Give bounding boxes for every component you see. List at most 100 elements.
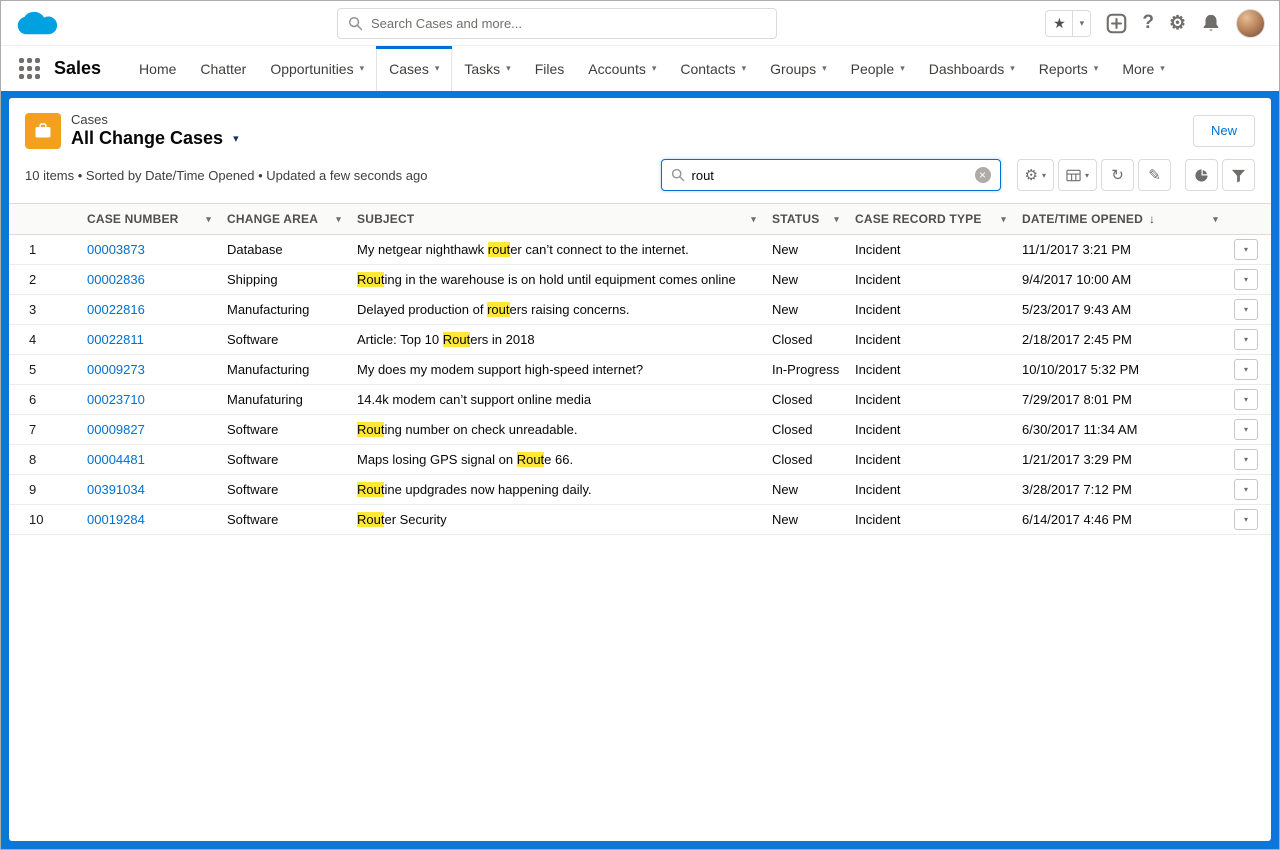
nav-tab-home[interactable]: Home bbox=[127, 46, 188, 91]
row-number: 1 bbox=[9, 235, 79, 265]
nav-tab-tasks[interactable]: Tasks▾ bbox=[452, 46, 522, 91]
case-number-link[interactable]: 00009827 bbox=[87, 422, 145, 437]
app-launcher-button[interactable] bbox=[15, 54, 44, 83]
nav-tab-contacts[interactable]: Contacts▾ bbox=[668, 46, 758, 91]
subject-cell: Delayed production of routers raising co… bbox=[349, 295, 764, 325]
case-number-link[interactable]: 00023710 bbox=[87, 392, 145, 407]
salesforce-logo[interactable] bbox=[15, 7, 61, 39]
row-actions-button[interactable]: ▾ bbox=[1234, 359, 1258, 380]
change-area-cell: Software bbox=[219, 475, 349, 505]
nav-tab-more[interactable]: More▾ bbox=[1110, 46, 1176, 91]
row-actions-button[interactable]: ▾ bbox=[1234, 419, 1258, 440]
row-actions-button[interactable]: ▾ bbox=[1234, 269, 1258, 290]
chevron-down-icon: ▾ bbox=[1042, 171, 1046, 180]
subject-cell: Maps losing GPS signal on Route 66. bbox=[349, 445, 764, 475]
chevron-down-icon: ▾ bbox=[900, 63, 905, 74]
nav-tab-opportunities[interactable]: Opportunities▾ bbox=[258, 46, 376, 91]
salesforce-app-window: ★ ▾ ? ⚙ Sales Home bbox=[0, 0, 1280, 850]
briefcase-icon bbox=[33, 121, 53, 141]
row-actions-button[interactable]: ▾ bbox=[1234, 449, 1258, 470]
change-area-cell: Software bbox=[219, 415, 349, 445]
list-view-card: Cases All Change Cases ▾ New 10 items • … bbox=[9, 98, 1271, 841]
nav-tab-reports[interactable]: Reports▾ bbox=[1027, 46, 1111, 91]
nav-tab-chatter[interactable]: Chatter bbox=[188, 46, 258, 91]
nav-tab-accounts[interactable]: Accounts▾ bbox=[576, 46, 668, 91]
favorites-star-icon[interactable]: ★ bbox=[1045, 10, 1073, 37]
case-number-link[interactable]: 00022816 bbox=[87, 302, 145, 317]
table-row: 9 00391034 Software Routine updgrades no… bbox=[9, 475, 1271, 505]
chevron-down-icon: ▾ bbox=[1085, 171, 1089, 180]
subject-text: ine updgrades now happening daily. bbox=[384, 482, 591, 497]
display-as-button[interactable]: ▾ bbox=[1058, 159, 1097, 191]
column-header-date-time-opened[interactable]: DATE/TIME OPENED↓▾ bbox=[1014, 204, 1226, 235]
table-header-row: CASE NUMBER▾CHANGE AREA▾SUBJECT▾STATUS▾C… bbox=[9, 204, 1271, 235]
row-number: 3 bbox=[9, 295, 79, 325]
column-header-subject[interactable]: SUBJECT▾ bbox=[349, 204, 764, 235]
global-search bbox=[337, 8, 777, 39]
table-row: 8 00004481 Software Maps losing GPS sign… bbox=[9, 445, 1271, 475]
column-header-change-area[interactable]: CHANGE AREA▾ bbox=[219, 204, 349, 235]
charts-button[interactable] bbox=[1185, 159, 1218, 191]
row-actions-button[interactable]: ▾ bbox=[1234, 389, 1258, 410]
favorites-dropdown-button[interactable]: ▾ bbox=[1073, 10, 1091, 37]
refresh-button[interactable]: ↻ bbox=[1101, 159, 1134, 191]
nav-tab-dashboards[interactable]: Dashboards▾ bbox=[917, 46, 1027, 91]
case-number-link[interactable]: 00004481 bbox=[87, 452, 145, 467]
date-opened-cell: 10/10/2017 5:32 PM bbox=[1014, 355, 1226, 385]
list-toolbar: 10 items • Sorted by Date/Time Opened • … bbox=[9, 153, 1271, 203]
nav-tab-groups[interactable]: Groups▾ bbox=[758, 46, 838, 91]
user-avatar[interactable] bbox=[1236, 9, 1265, 38]
pie-chart-icon bbox=[1194, 168, 1209, 183]
record-type-cell: Incident bbox=[847, 505, 1014, 535]
row-actions-button[interactable]: ▾ bbox=[1234, 479, 1258, 500]
case-number-link[interactable]: 00391034 bbox=[87, 482, 145, 497]
nav-tabs: HomeChatterOpportunities▾Cases▾Tasks▾Fil… bbox=[127, 46, 1177, 91]
filter-button[interactable] bbox=[1222, 159, 1255, 191]
global-actions-button[interactable] bbox=[1106, 13, 1127, 34]
star-icon: ★ bbox=[1053, 15, 1066, 32]
clear-search-icon[interactable]: × bbox=[975, 167, 991, 183]
row-actions-button[interactable]: ▾ bbox=[1234, 299, 1258, 320]
notifications-button[interactable] bbox=[1201, 13, 1221, 33]
new-button[interactable]: New bbox=[1193, 115, 1255, 147]
column-header-status[interactable]: STATUS▾ bbox=[764, 204, 847, 235]
help-button[interactable]: ? bbox=[1142, 12, 1154, 34]
setup-button[interactable]: ⚙ bbox=[1169, 12, 1186, 35]
global-search-input[interactable] bbox=[371, 16, 766, 31]
column-header-case-number[interactable]: CASE NUMBER▾ bbox=[79, 204, 219, 235]
row-actions-button[interactable]: ▾ bbox=[1234, 239, 1258, 260]
chevron-down-icon: ▾ bbox=[200, 214, 211, 225]
search-term-highlight: Rout bbox=[357, 422, 384, 437]
date-opened-cell: 7/29/2017 8:01 PM bbox=[1014, 385, 1226, 415]
row-actions-button[interactable]: ▾ bbox=[1234, 509, 1258, 530]
subject-cell: Router Security bbox=[349, 505, 764, 535]
table-row: 7 00009827 Software Routing number on ch… bbox=[9, 415, 1271, 445]
case-number-link[interactable]: 00009273 bbox=[87, 362, 145, 377]
table-body: 1 00003873 Database My netgear nighthawk… bbox=[9, 235, 1271, 535]
row-actions-button[interactable]: ▾ bbox=[1234, 329, 1258, 350]
list-search-input[interactable] bbox=[692, 168, 975, 183]
case-number-link[interactable]: 00019284 bbox=[87, 512, 145, 527]
chevron-down-icon: ▾ bbox=[506, 63, 511, 74]
chevron-down-icon: ▾ bbox=[1160, 63, 1165, 74]
refresh-icon: ↻ bbox=[1111, 166, 1124, 184]
list-view-selector-button[interactable]: ▾ bbox=[231, 130, 241, 147]
edit-button[interactable]: ✎ bbox=[1138, 159, 1171, 191]
cloud-icon bbox=[15, 8, 61, 39]
nav-tab-label: Cases bbox=[389, 61, 429, 77]
nav-tab-files[interactable]: Files bbox=[523, 46, 577, 91]
case-number-link[interactable]: 00003873 bbox=[87, 242, 145, 257]
search-term-highlight: Rout bbox=[357, 512, 384, 527]
entity-header: Cases All Change Cases ▾ bbox=[25, 112, 241, 149]
record-type-cell: Incident bbox=[847, 475, 1014, 505]
case-number-link[interactable]: 00002836 bbox=[87, 272, 145, 287]
nav-tab-cases[interactable]: Cases▾ bbox=[376, 46, 452, 91]
row-number: 2 bbox=[9, 265, 79, 295]
case-number-link[interactable]: 00022811 bbox=[87, 332, 144, 347]
app-launcher-icon bbox=[19, 58, 40, 79]
app-name: Sales bbox=[54, 58, 101, 79]
status-cell: Closed bbox=[764, 385, 847, 415]
column-header-case-record-type[interactable]: CASE RECORD TYPE▾ bbox=[847, 204, 1014, 235]
list-settings-button[interactable]: ⚙ ▾ bbox=[1017, 159, 1054, 191]
nav-tab-people[interactable]: People▾ bbox=[839, 46, 917, 91]
